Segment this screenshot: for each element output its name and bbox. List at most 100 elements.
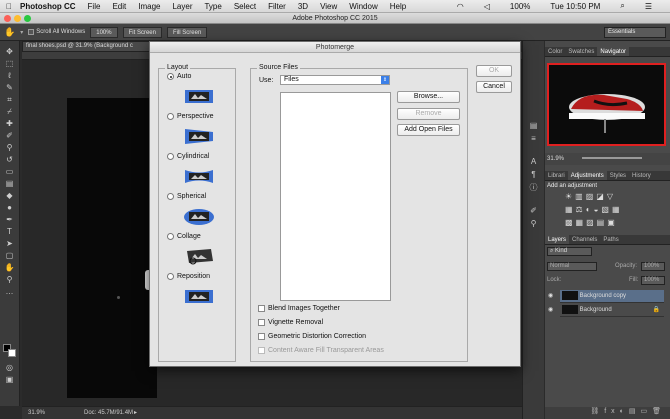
list-icon[interactable]: ☰ <box>645 2 652 11</box>
layers-footer-icons[interactable]: ⛓fx◐▤▭🗑 <box>545 407 670 419</box>
fit-screen-button[interactable]: Fit Screen <box>122 26 162 38</box>
marquee-tool-icon[interactable]: ⬚ <box>4 59 15 68</box>
document-canvas[interactable] <box>67 98 157 398</box>
tab-adjustments[interactable]: Adjustments <box>567 171 607 180</box>
brush-panel-icon[interactable]: ✐ <box>528 206 539 215</box>
quick-mask-icon[interactable]: ◎ <box>4 363 15 372</box>
use-select[interactable]: Files ⇕ <box>280 75 390 85</box>
tab-color[interactable]: Color <box>545 47 565 56</box>
dodge-tool-icon[interactable]: ● <box>4 203 15 212</box>
tab-libraries[interactable]: Librari <box>545 171 568 180</box>
layer-filter-select[interactable]: ⌕ Kind <box>547 247 592 256</box>
healing-brush-icon[interactable]: ✚ <box>4 119 15 128</box>
adjustment-icons-row-3[interactable]: ▩▦▨▤▣ <box>565 218 618 227</box>
remove-button[interactable]: Remove <box>397 108 460 120</box>
properties-panel-icon[interactable]: ≡ <box>528 134 539 143</box>
tab-styles[interactable]: Styles <box>607 171 629 180</box>
tab-swatches[interactable]: Swatches <box>565 47 597 56</box>
layer-name[interactable]: Background copy <box>580 293 626 299</box>
add-open-files-button[interactable]: Add Open Files <box>397 124 460 136</box>
tab-channels[interactable]: Channels <box>569 235 600 244</box>
menu-image[interactable]: Image <box>138 2 160 11</box>
pen-tool-icon[interactable]: ✒ <box>4 215 15 224</box>
menu-help[interactable]: Help <box>390 2 406 11</box>
zoom-level[interactable]: 31.9% <box>28 410 45 416</box>
menu-view[interactable]: View <box>320 2 337 11</box>
adjustment-icons-row-2[interactable]: ▦⚖◐◒▧▦ <box>565 205 623 214</box>
vignette-removal-checkbox[interactable]: Vignette Removal <box>258 319 323 326</box>
volume-icon[interactable]: ◁ <box>484 2 490 11</box>
opacity-field[interactable]: 100% <box>641 262 665 271</box>
eyedropper-icon[interactable]: ⌿ <box>4 107 15 116</box>
workspace-select[interactable]: Essentials <box>604 27 666 38</box>
eye-icon[interactable]: ◉ <box>548 290 553 303</box>
adjustment-icons-row-1[interactable]: ☀▥▨◪▽ <box>565 192 616 201</box>
content-aware-fill-checkbox[interactable]: Content Aware Fill Transparent Areas <box>258 347 384 354</box>
menu-edit[interactable]: Edit <box>112 2 126 11</box>
menu-3d[interactable]: 3D <box>298 2 308 11</box>
paragraph-panel-icon[interactable]: ¶ <box>528 170 539 179</box>
more-tools-icon[interactable]: … <box>4 287 15 296</box>
clone-source-icon[interactable]: ⚲ <box>528 219 539 228</box>
tab-navigator[interactable]: Navigator <box>597 47 630 56</box>
file-list[interactable] <box>280 92 391 301</box>
character-panel-icon[interactable]: A <box>528 157 539 166</box>
info-panel-icon[interactable]: ⓘ <box>528 183 539 192</box>
radio-collage[interactable]: Collage <box>167 233 201 240</box>
close-icon[interactable] <box>4 15 11 22</box>
maximize-icon[interactable] <box>24 15 31 22</box>
tool-preset-icon[interactable]: ▾ <box>20 29 23 36</box>
app-menu[interactable]: Photoshop CC <box>20 2 76 11</box>
browse-button[interactable]: Browse... <box>397 91 460 103</box>
blend-images-checkbox[interactable]: Blend Images Together <box>258 305 340 312</box>
hand-tool-icon[interactable]: ✋ <box>4 263 15 272</box>
menu-window[interactable]: Window <box>349 2 377 11</box>
layer-name[interactable]: Background <box>580 307 612 313</box>
menu-filter[interactable]: Filter <box>268 2 286 11</box>
geometric-distortion-checkbox[interactable]: Geometric Distortion Correction <box>258 333 366 340</box>
zoom-100-button[interactable]: 100% <box>90 26 118 38</box>
radio-cylindrical[interactable]: Cylindrical <box>167 153 209 160</box>
search-icon[interactable]: ⌕ <box>620 1 624 11</box>
radio-auto[interactable]: Auto <box>167 73 191 80</box>
tab-layers[interactable]: Layers <box>545 235 570 244</box>
blur-tool-icon[interactable]: ◆ <box>4 191 15 200</box>
crop-tool-icon[interactable]: ⌗ <box>4 95 15 104</box>
scroll-all-checkbox[interactable]: Scroll All Windows <box>28 29 85 35</box>
layer-row[interactable]: ◉ Background copy <box>548 290 664 303</box>
zoom-slider[interactable] <box>581 157 642 160</box>
screen-mode-icon[interactable]: ▣ <box>4 375 15 384</box>
clock[interactable]: Tue 10:50 PM <box>550 2 600 11</box>
radio-perspective[interactable]: Perspective <box>167 113 214 120</box>
clone-stamp-icon[interactable]: ⚲ <box>4 143 15 152</box>
layer-row[interactable]: ◉ Background 🔒 <box>548 304 664 317</box>
tab-paths[interactable]: Paths <box>600 235 621 244</box>
history-panel-icon[interactable]: ▤ <box>528 121 539 130</box>
shape-tool-icon[interactable]: ▢ <box>4 251 15 260</box>
type-tool-icon[interactable]: T <box>4 227 15 236</box>
minimize-icon[interactable] <box>14 15 21 22</box>
navigator-preview[interactable] <box>547 63 666 146</box>
history-brush-icon[interactable]: ↺ <box>4 155 15 164</box>
menu-file[interactable]: File <box>88 2 101 11</box>
hand-tool-icon[interactable]: ✋ <box>4 27 15 38</box>
navigator-zoom[interactable]: 31.9% <box>547 156 564 162</box>
wifi-icon[interactable]: ◠ <box>457 2 464 11</box>
eraser-icon[interactable]: ▭ <box>4 167 15 176</box>
background-color-swatch[interactable] <box>8 349 16 357</box>
menu-layer[interactable]: Layer <box>172 2 192 11</box>
eye-icon[interactable]: ◉ <box>548 304 553 317</box>
apple-icon[interactable]:  <box>6 2 12 11</box>
tab-history[interactable]: History <box>629 171 654 180</box>
zoom-tool-icon[interactable]: ⚲ <box>4 275 15 284</box>
fill-field[interactable]: 100% <box>641 276 665 285</box>
brush-tool-icon[interactable]: ✐ <box>4 131 15 140</box>
document-tab[interactable]: final shoes.psd @ 31.9% (Background c <box>22 41 152 52</box>
menu-type[interactable]: Type <box>204 2 221 11</box>
lasso-tool-icon[interactable]: ℓ <box>4 71 15 80</box>
cancel-button[interactable]: Cancel <box>476 81 512 93</box>
move-tool-icon[interactable]: ✥ <box>4 47 15 56</box>
quick-select-icon[interactable]: ✎ <box>4 83 15 92</box>
ok-button[interactable]: OK <box>476 65 512 77</box>
fill-screen-button[interactable]: Fill Screen <box>166 26 208 38</box>
